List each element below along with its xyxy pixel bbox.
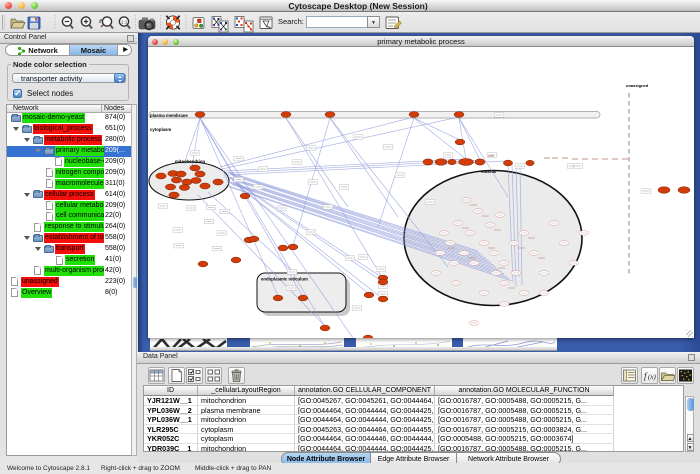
- svg-text:nucleus: nucleus: [481, 169, 497, 174]
- svg-text:plasma membrane: plasma membrane: [150, 113, 188, 118]
- svg-text:endoplasmic reticulum: endoplasmic reticulum: [261, 277, 308, 282]
- svg-text:mitochondrion: mitochondrion: [175, 159, 205, 164]
- svg-text:unassigned: unassigned: [626, 83, 649, 88]
- svg-text:(x): (x): [648, 373, 656, 381]
- svg-text:1:1: 1:1: [121, 20, 128, 25]
- svg-text:cytoplasm: cytoplasm: [150, 127, 171, 132]
